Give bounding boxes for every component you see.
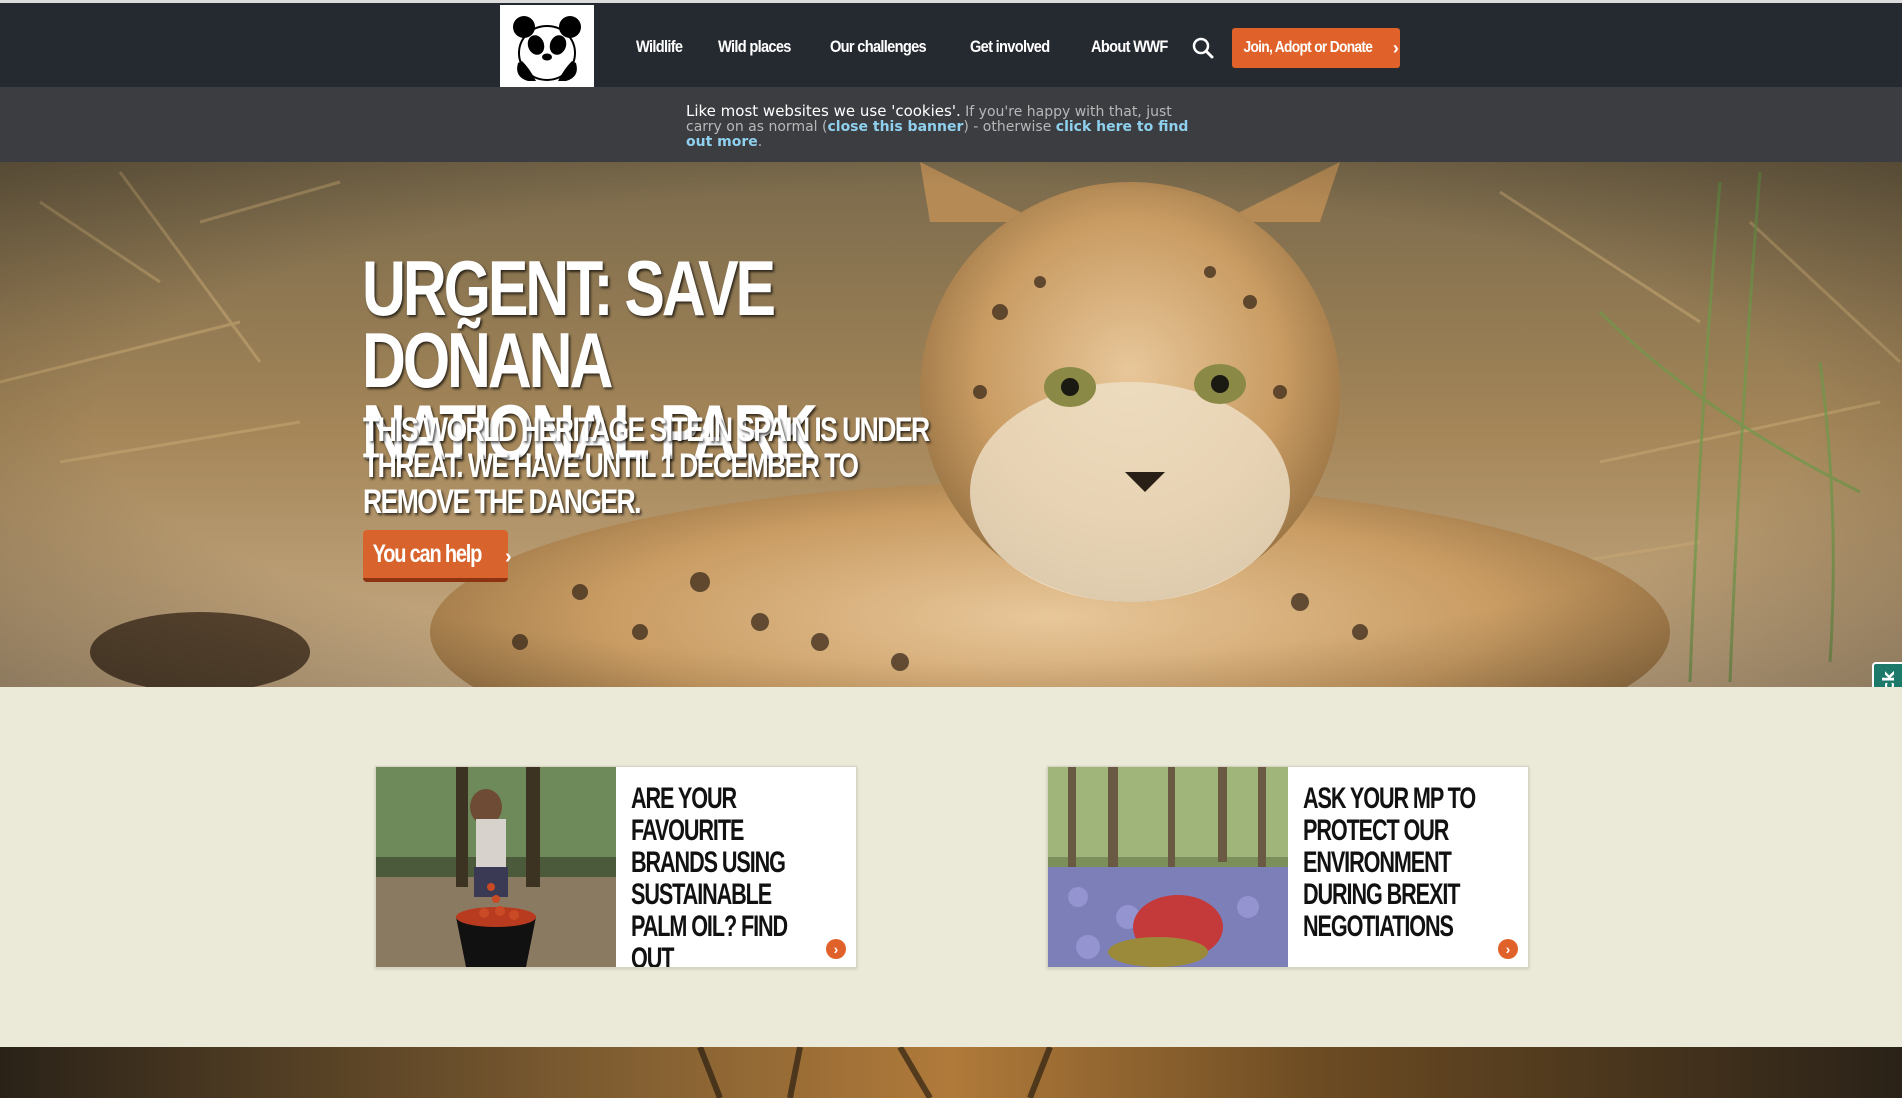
donate-button-label: Join, Adopt or Donate [1243, 39, 1373, 56]
nav-get-involved[interactable]: Get involved [970, 37, 1050, 57]
hero-subtitle: THIS WORLD HERITAGE SITE IN SPAIN IS UND… [363, 411, 930, 521]
chevron-right-icon: › [505, 545, 512, 568]
nav-wild-places[interactable]: Wild places [718, 37, 791, 57]
nav-our-challenges[interactable]: Our challenges [830, 37, 927, 57]
wwf-logo[interactable] [498, 3, 596, 90]
card-palm-oil[interactable]: ARE YOUR FAVOURITE BRANDS USING SUSTAINA… [375, 766, 857, 968]
feedback-tab[interactable]: feedback [1872, 662, 1902, 687]
join-adopt-donate-button[interactable]: Join, Adopt or Donate › [1232, 28, 1400, 68]
help-button-label: You can help [372, 539, 483, 568]
search-icon[interactable] [1190, 35, 1216, 61]
cookie-text-3: . [757, 134, 763, 150]
cookie-banner: Like most websites we use 'cookies'. If … [0, 87, 1902, 162]
next-banner-photo [0, 1047, 1902, 1098]
bluebell-wood-photo [1048, 767, 1288, 967]
nav-about-wwf[interactable]: About WWF [1091, 37, 1168, 57]
hero-banner: URGENT: SAVE DOÑANA NATIONAL PARK THIS W… [0, 162, 1902, 687]
cookie-text-2: ) - otherwise [963, 119, 1056, 135]
cookie-message: Like most websites we use 'cookies'. If … [686, 104, 1206, 150]
feedback-label: feedback [1879, 671, 1898, 687]
nav-wildlife[interactable]: Wildlife [636, 37, 683, 57]
cookie-lead: Like most websites we use 'cookies'. [686, 102, 961, 120]
close-banner-link[interactable]: close this banner [827, 119, 963, 135]
arrow-right-icon[interactable]: › [1498, 939, 1518, 959]
you-can-help-button[interactable]: You can help › [363, 530, 512, 582]
arrow-right-icon[interactable]: › [826, 939, 846, 959]
palm-oil-photo [376, 767, 616, 967]
card-title: ASK YOUR MP TO PROTECT OUR ENVIRONMENT D… [1303, 782, 1476, 943]
lynx-photo [0, 162, 1902, 687]
site-header: Wildlife Wild places Our challenges Get … [0, 0, 1902, 90]
card-title: ARE YOUR FAVOURITE BRANDS USING SUSTAINA… [631, 782, 788, 968]
chevron-right-icon: › [1392, 37, 1399, 58]
promo-cards: ARE YOUR FAVOURITE BRANDS USING SUSTAINA… [0, 687, 1902, 1047]
main-nav: Wildlife Wild places Our challenges Get … [636, 3, 1180, 90]
card-brexit[interactable]: ASK YOUR MP TO PROTECT OUR ENVIRONMENT D… [1047, 766, 1529, 968]
panda-icon [513, 15, 581, 81]
